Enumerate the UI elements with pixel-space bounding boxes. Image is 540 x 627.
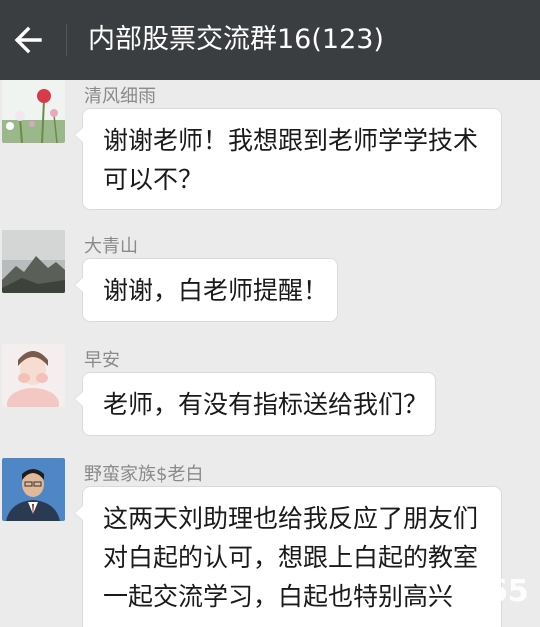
header-divider bbox=[66, 24, 67, 56]
mountain-avatar-icon bbox=[2, 230, 65, 293]
chat-title: 内部股票交流群16(123) bbox=[88, 24, 384, 55]
message-bubble[interactable]: 这两天刘助理也给我反应了朋友们 对白起的认可，想跟上白起的教室 一起交流学习，白… bbox=[74, 486, 502, 627]
message-line: 可以不？ bbox=[103, 165, 204, 194]
message-list[interactable]: 清风细雨 谢谢老师！我想跟到老师学学技术 可以不？ 大青山 谢谢，白老师提醒！ bbox=[0, 80, 540, 627]
sender-name: 早安 bbox=[84, 350, 120, 371]
message-line: 谢谢老师！我想跟到老师学学技术 bbox=[103, 126, 479, 155]
message-bubble[interactable]: 谢谢，白老师提醒！ bbox=[74, 258, 338, 322]
girl-avatar-icon bbox=[2, 344, 65, 407]
sender-name: 清风细雨 bbox=[84, 86, 156, 107]
message-bubble[interactable]: 老师，有没有指标送给我们？ bbox=[74, 372, 436, 436]
avatar-qingfeng[interactable] bbox=[2, 80, 65, 143]
message-line: 谢谢，白老师提醒！ bbox=[103, 276, 329, 305]
flower-avatar-icon bbox=[2, 80, 65, 143]
message-line: 对白起的认可，想跟上白起的教室 bbox=[103, 543, 479, 572]
man-in-suit-avatar-icon bbox=[2, 458, 65, 521]
message-line: 一起交流学习，白起也特别高兴 bbox=[103, 582, 454, 611]
avatar-zaoan[interactable] bbox=[2, 344, 65, 407]
sender-name: 野蛮家族$老白 bbox=[84, 464, 204, 485]
back-button[interactable] bbox=[10, 20, 50, 60]
message-bubble[interactable]: 谢谢老师！我想跟到老师学学技术 可以不？ bbox=[74, 108, 502, 210]
header-bar: 内部股票交流群16(123) bbox=[0, 0, 540, 80]
message-line: 这两天刘助理也给我反应了朋友们 bbox=[103, 504, 479, 533]
arrow-left-icon bbox=[14, 26, 42, 54]
avatar-yeman-laobai[interactable] bbox=[2, 458, 65, 521]
avatar-daqingshan[interactable] bbox=[2, 230, 65, 293]
sender-name: 大青山 bbox=[84, 236, 138, 257]
message-line: 老师，有没有指标送给我们？ bbox=[103, 390, 429, 419]
watermark-logo: 365 bbox=[466, 574, 529, 609]
